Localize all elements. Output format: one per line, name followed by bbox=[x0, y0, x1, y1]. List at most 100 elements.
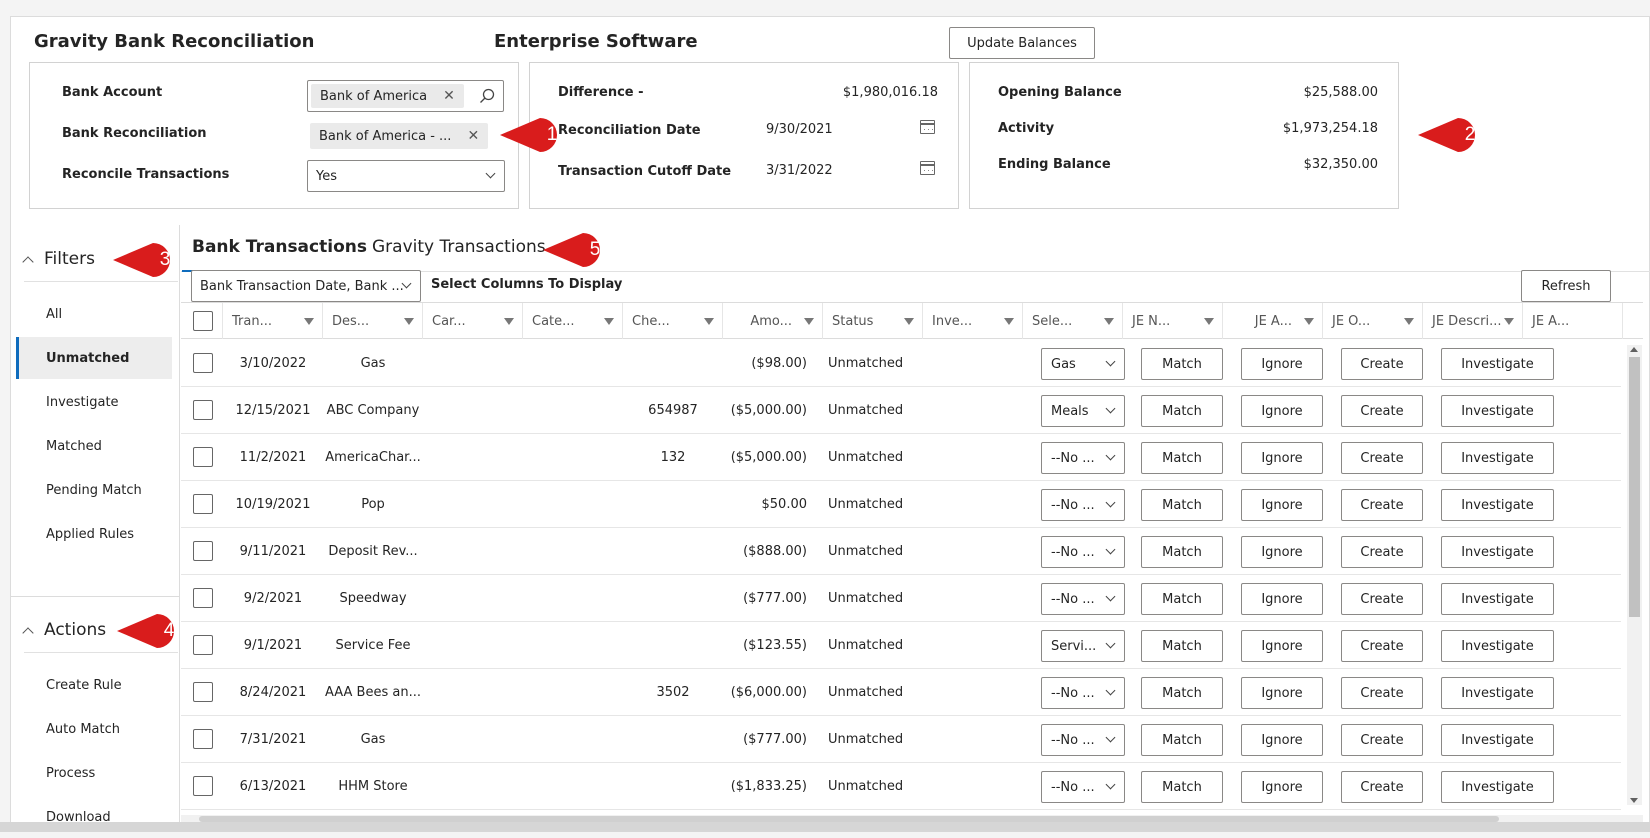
transaction-cutoff-value[interactable]: 3/31/2022 bbox=[766, 163, 833, 178]
column-header[interactable]: JE A... bbox=[1223, 303, 1323, 339]
select-columns-label[interactable]: Select Columns To Display bbox=[431, 277, 622, 292]
create-button[interactable]: Create bbox=[1341, 677, 1423, 709]
category-select[interactable]: --No ... bbox=[1041, 724, 1125, 756]
bank-reconciliation-tag[interactable]: Bank of America - ... ✕ bbox=[310, 123, 489, 149]
ignore-button[interactable]: Ignore bbox=[1241, 677, 1323, 709]
create-button[interactable]: Create bbox=[1341, 771, 1423, 803]
table-row[interactable]: 9/11/2021 Deposit Rev... ($888.00) Unmatche… bbox=[181, 528, 1621, 575]
ignore-button[interactable]: Ignore bbox=[1241, 583, 1323, 615]
investigate-button[interactable]: Investigate bbox=[1441, 442, 1554, 474]
investigate-button[interactable]: Investigate bbox=[1441, 677, 1554, 709]
create-button[interactable]: Create bbox=[1341, 583, 1423, 615]
create-button[interactable]: Create bbox=[1341, 489, 1423, 521]
table-row[interactable]: 9/2/2021 Speedway ($777.00) Unmatched --No .… bbox=[181, 575, 1621, 622]
reconciliation-date-value[interactable]: 9/30/2021 bbox=[766, 122, 833, 137]
row-checkbox[interactable] bbox=[193, 447, 213, 467]
filter-icon[interactable] bbox=[1104, 318, 1114, 325]
filter-icon[interactable] bbox=[1204, 318, 1214, 325]
column-header[interactable]: Sele... bbox=[1023, 303, 1123, 339]
table-row[interactable]: 6/13/2021 HHM Store ($1,833.25) Unmatched --… bbox=[181, 763, 1621, 810]
clear-icon[interactable]: ✕ bbox=[443, 88, 455, 104]
filter-icon[interactable] bbox=[804, 318, 814, 325]
match-button[interactable]: Match bbox=[1141, 489, 1223, 521]
action-item-process[interactable]: Process bbox=[16, 752, 172, 794]
reconcile-transactions-select[interactable]: Yes bbox=[307, 160, 505, 192]
filter-item-matched[interactable]: Matched bbox=[16, 425, 172, 467]
category-select[interactable]: --No ... bbox=[1041, 677, 1125, 709]
actions-header[interactable]: Actions bbox=[22, 620, 106, 640]
column-header[interactable]: Car... bbox=[423, 303, 523, 339]
filters-header[interactable]: Filters bbox=[22, 249, 95, 269]
filter-item-all[interactable]: All bbox=[16, 293, 172, 335]
filter-item-unmatched[interactable]: Unmatched bbox=[16, 337, 172, 379]
filter-icon[interactable] bbox=[704, 318, 714, 325]
investigate-button[interactable]: Investigate bbox=[1441, 724, 1554, 756]
investigate-button[interactable]: Investigate bbox=[1441, 536, 1554, 568]
match-button[interactable]: Match bbox=[1141, 442, 1223, 474]
category-select[interactable]: --No ... bbox=[1041, 583, 1125, 615]
action-item-create-rule[interactable]: Create Rule bbox=[16, 664, 172, 706]
filter-icon[interactable] bbox=[1404, 318, 1414, 325]
match-button[interactable]: Match bbox=[1141, 348, 1223, 380]
category-select[interactable]: --No ... bbox=[1041, 489, 1125, 521]
filter-icon[interactable] bbox=[604, 318, 614, 325]
create-button[interactable]: Create bbox=[1341, 395, 1423, 427]
column-header[interactable]: Status bbox=[823, 303, 923, 339]
scroll-up-icon[interactable] bbox=[1630, 347, 1638, 352]
column-header[interactable]: JE Descri... bbox=[1423, 303, 1523, 339]
table-row[interactable]: 7/31/2021 Gas ($777.00) Unmatched --No ... Ma… bbox=[181, 716, 1621, 763]
column-header[interactable]: Cate... bbox=[523, 303, 623, 339]
category-select[interactable]: --No ... bbox=[1041, 442, 1125, 474]
filter-item-applied-rules[interactable]: Applied Rules bbox=[16, 513, 172, 555]
column-header[interactable]: Tran... bbox=[223, 303, 323, 339]
category-select[interactable]: Meals bbox=[1041, 395, 1125, 427]
create-button[interactable]: Create bbox=[1341, 630, 1423, 662]
column-header[interactable]: Amo... bbox=[723, 303, 823, 339]
ignore-button[interactable]: Ignore bbox=[1241, 536, 1323, 568]
row-checkbox[interactable] bbox=[193, 494, 213, 514]
table-row[interactable]: 3/10/2022 Gas ($98.00) Unmatched Gas Match Ign… bbox=[181, 340, 1621, 387]
filter-item-investigate[interactable]: Investigate bbox=[16, 381, 172, 423]
category-select[interactable]: --No ... bbox=[1041, 536, 1125, 568]
action-item-auto-match[interactable]: Auto Match bbox=[16, 708, 172, 750]
table-row[interactable]: 8/24/2021 AAA Bees an... 3502 ($6,000.00) Un… bbox=[181, 669, 1621, 716]
match-button[interactable]: Match bbox=[1141, 724, 1223, 756]
filter-item-pending-match[interactable]: Pending Match bbox=[16, 469, 172, 511]
investigate-button[interactable]: Investigate bbox=[1441, 583, 1554, 615]
update-balances-button[interactable]: Update Balances bbox=[949, 27, 1095, 59]
category-select[interactable]: Gas bbox=[1041, 348, 1125, 380]
clear-icon[interactable]: ✕ bbox=[467, 128, 479, 144]
filter-icon[interactable] bbox=[304, 318, 314, 325]
match-button[interactable]: Match bbox=[1141, 536, 1223, 568]
create-button[interactable]: Create bbox=[1341, 348, 1423, 380]
investigate-button[interactable]: Investigate bbox=[1441, 771, 1554, 803]
ignore-button[interactable]: Ignore bbox=[1241, 395, 1323, 427]
table-row[interactable]: 10/19/2021 Pop $50.00 Unmatched --No ... Matc… bbox=[181, 481, 1621, 528]
create-button[interactable]: Create bbox=[1341, 442, 1423, 474]
row-checkbox[interactable] bbox=[193, 776, 213, 796]
category-select[interactable]: Servi... bbox=[1041, 630, 1125, 662]
sort-select[interactable]: Bank Transaction Date, Bank ... bbox=[191, 270, 421, 302]
row-checkbox[interactable] bbox=[193, 635, 213, 655]
filter-icon[interactable] bbox=[1304, 318, 1314, 325]
column-header[interactable]: Inve... bbox=[923, 303, 1023, 339]
row-checkbox[interactable] bbox=[193, 682, 213, 702]
ignore-button[interactable]: Ignore bbox=[1241, 771, 1323, 803]
scroll-thumb[interactable] bbox=[1629, 357, 1640, 617]
ignore-button[interactable]: Ignore bbox=[1241, 724, 1323, 756]
filter-icon[interactable] bbox=[1504, 318, 1514, 325]
refresh-button[interactable]: Refresh bbox=[1521, 270, 1611, 302]
row-checkbox[interactable] bbox=[193, 541, 213, 561]
table-row[interactable]: 11/2/2021 AmericaChar... 132 ($5,000.00) Unm… bbox=[181, 434, 1621, 481]
column-header[interactable]: JE N... bbox=[1123, 303, 1223, 339]
match-button[interactable]: Match bbox=[1141, 677, 1223, 709]
column-header[interactable]: Che... bbox=[623, 303, 723, 339]
bank-account-lookup[interactable]: Bank of America ✕ bbox=[307, 80, 504, 112]
row-checkbox[interactable] bbox=[193, 729, 213, 749]
vertical-scrollbar[interactable] bbox=[1627, 345, 1642, 805]
table-row[interactable]: 12/15/2021 ABC Company 654987 ($5,000.00) Un… bbox=[181, 387, 1621, 434]
investigate-button[interactable]: Investigate bbox=[1441, 348, 1554, 380]
row-checkbox[interactable] bbox=[193, 588, 213, 608]
row-checkbox[interactable] bbox=[193, 353, 213, 373]
create-button[interactable]: Create bbox=[1341, 724, 1423, 756]
